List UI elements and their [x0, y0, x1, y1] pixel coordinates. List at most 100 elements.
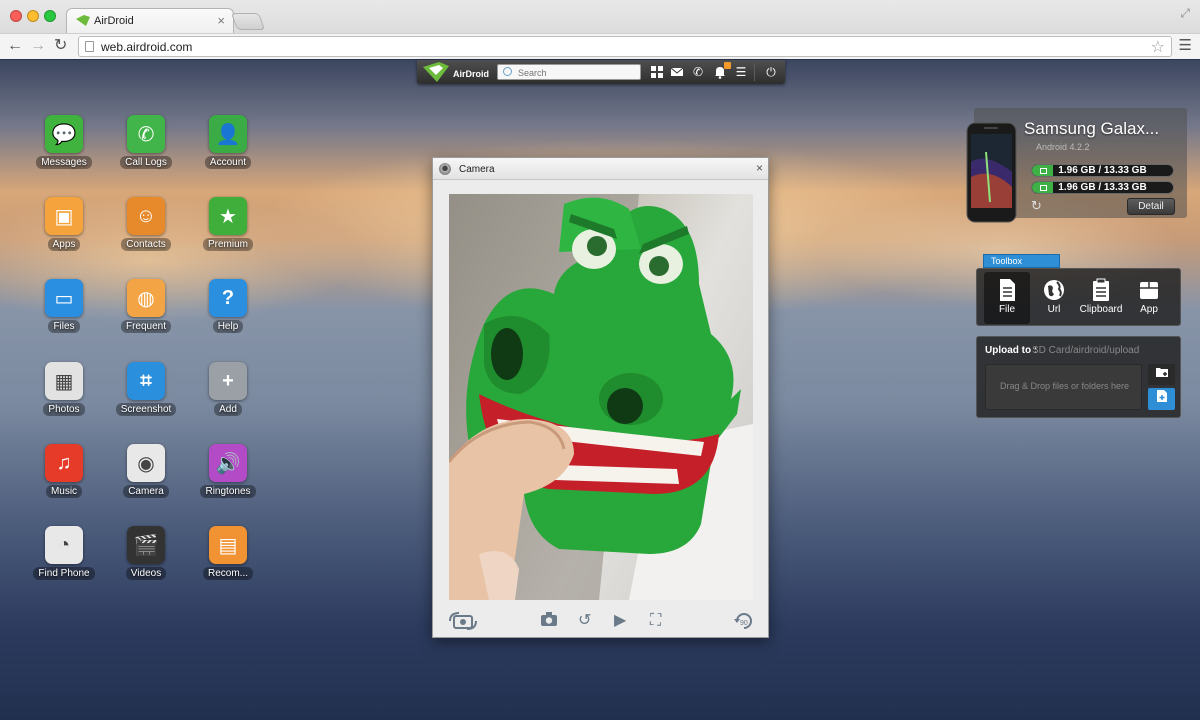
rotate-icon[interactable]: ↺ — [578, 611, 591, 631]
refresh-icon[interactable]: ↻ — [1031, 198, 1042, 214]
app-label-text: Find Phone — [33, 567, 95, 580]
app-label-text: Apps — [47, 238, 81, 251]
app-call-logs[interactable]: ✆ Call Logs — [109, 115, 183, 189]
hamburger-menu-icon[interactable]: ☰ — [1179, 36, 1192, 54]
toolbox-panel: File Url Clipboard App — [976, 268, 1181, 326]
upload-path[interactable]: SD Card/airdroid/upload — [1032, 345, 1139, 356]
app-premium[interactable]: ★ Premium — [191, 197, 265, 271]
app-label: Music — [27, 485, 101, 498]
premium-star-icon: ★ — [209, 197, 247, 235]
window-close-button[interactable] — [10, 10, 22, 22]
notification-badge — [724, 62, 731, 69]
tool-file[interactable]: File — [984, 272, 1030, 324]
upload-folder-button[interactable] — [1148, 364, 1175, 385]
app-apps[interactable]: ▣ Apps — [27, 197, 101, 271]
window-maximize-button[interactable] — [44, 10, 56, 22]
rotate-90-label: 90 — [740, 620, 748, 627]
app-help[interactable]: ? Help — [191, 279, 265, 353]
app-files[interactable]: ▭ Files — [27, 279, 101, 353]
app-label: Videos — [109, 567, 183, 580]
find-phone-radar-icon: ◔ — [45, 526, 83, 564]
app-label-text: Premium — [202, 238, 253, 251]
sd-card-storage-bar: 1.96 GB / 13.33 GB — [1031, 181, 1174, 194]
app-messages[interactable]: 💬 Messages — [27, 115, 101, 189]
app-music[interactable]: ♫ Music — [27, 444, 101, 518]
upload-file-button[interactable] — [1148, 388, 1175, 410]
new-tab-button[interactable] — [230, 13, 266, 30]
tool-label: File — [998, 304, 1016, 315]
tool-label: Url — [1047, 304, 1061, 315]
apps-icon: ▣ — [45, 197, 83, 235]
search-box[interactable] — [497, 64, 641, 80]
rotate-90-icon[interactable]: 90 — [733, 611, 755, 638]
drop-zone[interactable]: Drag & Drop files or folders here — [985, 364, 1142, 410]
snapshot-camera-icon[interactable] — [540, 611, 558, 633]
tool-clipboard[interactable]: Clipboard — [1078, 272, 1124, 324]
storage-text: 1.96 GB / 13.33 GB — [1058, 165, 1147, 176]
switch-camera-icon[interactable] — [449, 611, 477, 637]
app-frequent[interactable]: ◍ Frequent — [109, 279, 183, 353]
camera-frame-image — [449, 194, 753, 600]
tool-url[interactable]: Url — [1031, 272, 1077, 324]
tool-label: Clipboard — [1079, 304, 1123, 315]
app-find-phone[interactable]: ◔ Find Phone — [27, 526, 101, 600]
app-label-text: Ringtones — [200, 485, 256, 498]
app-label-text: Photos — [43, 403, 85, 416]
fullscreen-icon[interactable]: ⛶ — [650, 611, 661, 631]
toolbox-tab[interactable]: Toolbox — [983, 254, 1060, 268]
storage-text: 1.96 GB / 13.33 GB — [1058, 182, 1147, 193]
app-ringtones[interactable]: 🔊 Ringtones — [191, 444, 265, 518]
forward-arrow-icon[interactable]: → — [30, 37, 46, 55]
app-label-text: Contacts — [121, 238, 171, 251]
app-videos[interactable]: 🎬 Videos — [109, 526, 183, 600]
browser-tab[interactable]: AirDroid × — [66, 8, 234, 33]
file-document-icon — [1000, 279, 1015, 301]
app-account[interactable]: 👤 Account — [191, 115, 265, 189]
apps-grid-icon[interactable] — [650, 65, 664, 79]
airdroid-favicon-icon — [76, 15, 90, 26]
fullscreen-icon[interactable]: ⤢ — [1180, 6, 1190, 21]
address-bar[interactable]: web.airdroid.com ☆ — [78, 36, 1172, 57]
app-label-text: Camera — [123, 485, 169, 498]
window-minimize-button[interactable] — [27, 10, 39, 22]
airdroid-logo-text: AirDroid — [453, 69, 489, 79]
tab-close-icon[interactable]: × — [217, 13, 225, 28]
reload-icon[interactable]: ↻ — [54, 37, 67, 55]
device-os-version: Android 4.2.2 — [1036, 142, 1090, 152]
play-icon[interactable]: ▶ — [614, 611, 626, 631]
app-label-text: Frequent — [120, 320, 172, 333]
tab-title: AirDroid — [94, 15, 134, 27]
address-url[interactable]: web.airdroid.com — [101, 40, 192, 54]
internal-storage-bar: 1.96 GB / 13.33 GB — [1031, 164, 1174, 177]
drop-zone-text: Drag & Drop files or folders here — [999, 381, 1130, 391]
app-box-icon — [1140, 282, 1158, 299]
search-input[interactable] — [518, 66, 636, 79]
recommend-icon: ▤ — [209, 526, 247, 564]
app-label-text: Files — [48, 320, 80, 333]
app-screenshot[interactable]: ⌗ Screenshot — [109, 362, 183, 436]
detail-button[interactable]: Detail — [1127, 198, 1175, 215]
browser-chrome: AirDroid × ⤢ ← → ↻ web.airdroid.com ☆ ☰ — [0, 0, 1200, 59]
app-contacts[interactable]: ☺ Contacts — [109, 197, 183, 271]
app-label-text: Music — [45, 485, 83, 498]
phone-icon[interactable]: ✆ — [691, 65, 705, 79]
star-icon[interactable]: ☆ — [1151, 37, 1165, 57]
close-icon[interactable]: × — [756, 161, 763, 175]
upload-label: Upload to : — [985, 345, 1038, 356]
app-camera[interactable]: ◉ Camera — [109, 444, 183, 518]
app-recom[interactable]: ▤ Recom... — [191, 526, 265, 600]
list-menu-icon[interactable]: ☰ — [734, 65, 748, 79]
frequent-icon: ◍ — [127, 279, 165, 317]
app-add[interactable]: + Add — [191, 362, 265, 436]
camera-window-titlebar[interactable]: Camera × — [433, 158, 768, 180]
app-photos[interactable]: ▦ Photos — [27, 362, 101, 436]
back-arrow-icon[interactable]: ← — [7, 37, 23, 55]
power-icon[interactable]: ⏻ — [764, 65, 778, 79]
tool-app[interactable]: App — [1126, 272, 1172, 324]
app-label: Recom... — [191, 567, 265, 580]
messages-icon: 💬 — [45, 115, 83, 153]
app-label-text: Screenshot — [115, 403, 177, 416]
app-label: Files — [27, 320, 101, 333]
messages-icon[interactable] — [670, 65, 684, 79]
toolbar-divider — [754, 63, 755, 81]
